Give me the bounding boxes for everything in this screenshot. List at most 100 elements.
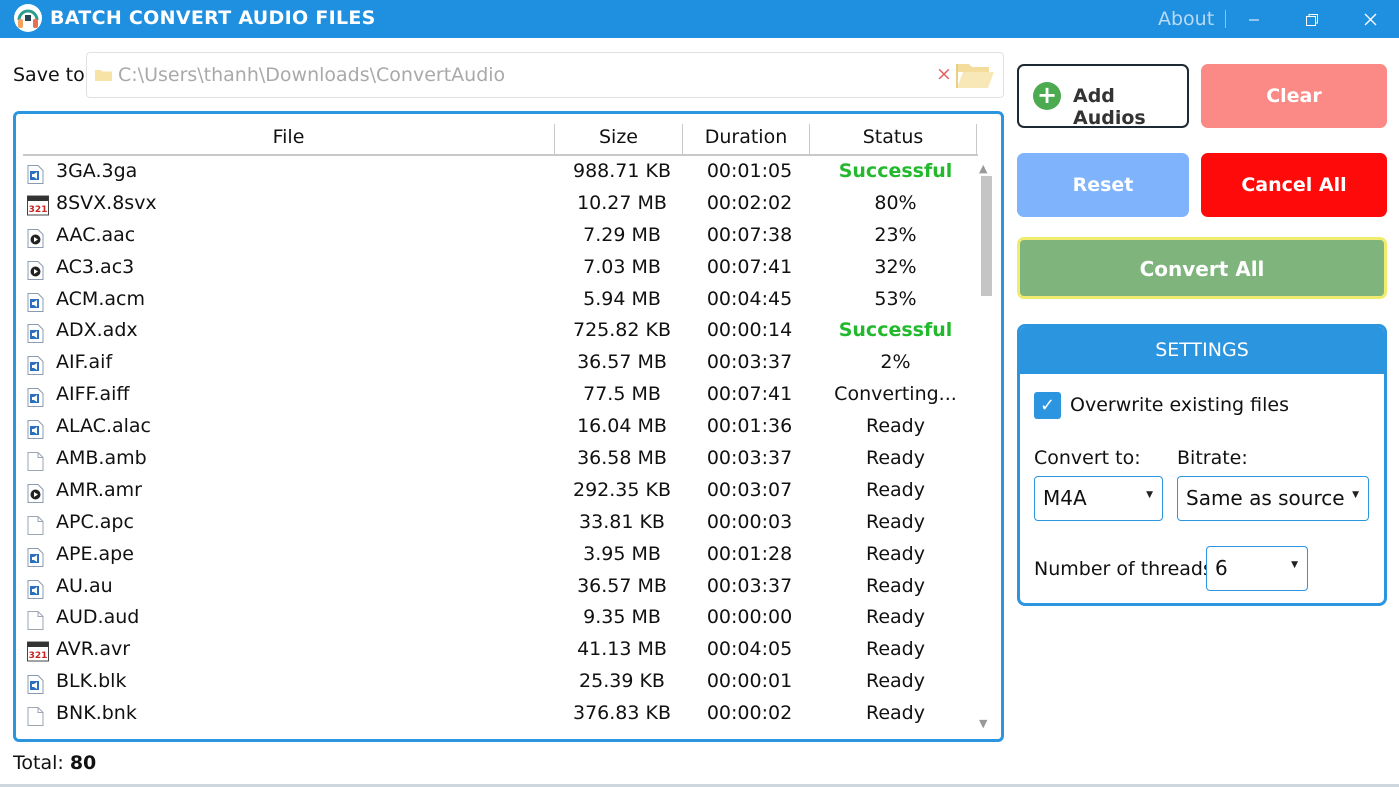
audio-file-icon (27, 291, 44, 312)
svg-text:321: 321 (29, 205, 48, 215)
bitrate-select[interactable]: Same as source ▼ (1177, 476, 1369, 521)
table-row[interactable]: BNK.bnk 376.83 KB 00:00:02 Ready (23, 698, 978, 728)
chevron-down-icon: ▼ (1146, 490, 1153, 500)
close-button[interactable] (1341, 0, 1399, 38)
file-size: 36.57 MB (577, 574, 667, 597)
file-status: Ready (866, 542, 925, 565)
table-row[interactable]: AU.au 36.57 MB 00:03:37 Ready (23, 571, 978, 603)
file-name: BNK.bnk (56, 702, 137, 725)
about-link[interactable]: About (1158, 8, 1214, 30)
file-name: AMR.amr (56, 478, 142, 501)
folder-icon (95, 70, 112, 81)
overwrite-checkbox[interactable]: ✓ (1034, 392, 1061, 419)
file-size: 988.71 KB (572, 160, 671, 182)
file-duration: 00:00:00 (706, 606, 793, 629)
reset-button[interactable]: Reset (1017, 153, 1189, 217)
file-duration: 00:07:41 (706, 255, 793, 278)
file-name: ACM.acm (56, 287, 145, 310)
file-size: 77.5 MB (583, 383, 661, 406)
column-header-file[interactable]: File (23, 120, 554, 154)
file-status: Converting... (834, 383, 957, 406)
scroll-down-arrow-icon[interactable]: ▼ (979, 717, 987, 730)
threads-value: 6 (1215, 556, 1228, 580)
file-status: Successful (838, 160, 953, 182)
column-header-duration[interactable]: Duration (683, 120, 809, 154)
file-size: 9.35 MB (583, 606, 661, 629)
audio-file-icon (27, 673, 44, 695)
total-label: Total: (13, 752, 64, 774)
save-path-value: C:\Users\thanh\Downloads\ConvertAudio (118, 64, 506, 86)
bitrate-label: Bitrate: (1177, 447, 1248, 469)
file-status: Ready (866, 638, 925, 661)
file-name: AC3.ac3 (56, 255, 135, 278)
file-duration: 00:04:45 (706, 287, 793, 310)
file-duration: 00:01:28 (706, 542, 793, 565)
blank-file-icon (27, 705, 44, 727)
mpc-file-icon: 321 (27, 641, 49, 662)
file-status: Ready (866, 670, 925, 693)
settings-title: SETTINGS (1020, 327, 1384, 374)
table-row[interactable]: ADX.adx 725.82 KB 00:00:14 Successful (23, 315, 978, 347)
file-size: 7.29 MB (583, 223, 661, 246)
file-duration: 00:00:02 (706, 702, 793, 725)
audio-file-icon (27, 322, 44, 344)
file-duration: 00:04:05 (706, 638, 793, 661)
overwrite-label[interactable]: Overwrite existing files (1070, 394, 1289, 416)
table-row[interactable]: APE.ape 3.95 MB 00:01:28 Ready (23, 539, 978, 571)
file-duration: 00:03:37 (706, 351, 793, 374)
browse-folder-icon[interactable] (955, 60, 995, 90)
threads-select[interactable]: 6 ▼ (1206, 546, 1308, 591)
file-name: 8SVX.8svx (56, 191, 157, 214)
file-name: AUD.aud (56, 606, 140, 629)
file-status: 32% (874, 255, 917, 278)
table-row[interactable]: 321 AVR.avr 41.13 MB 00:04:05 Ready (23, 634, 978, 666)
vertical-scrollbar[interactable]: ▲ ▼ (977, 156, 995, 736)
media-file-icon (27, 227, 44, 248)
table-row[interactable]: AC3.ac3 7.03 MB 00:07:41 32% (23, 252, 978, 284)
clear-path-icon[interactable]: × (936, 63, 952, 85)
media-file-icon (27, 259, 44, 280)
restore-button[interactable] (1283, 0, 1341, 38)
file-size: 7.03 MB (583, 255, 661, 278)
table-row[interactable]: AAC.aac 7.29 MB 00:07:38 23% (23, 220, 978, 252)
convert-to-select[interactable]: M4A ▼ (1034, 476, 1163, 521)
close-icon (1364, 13, 1376, 26)
table-row[interactable]: AUD.aud 9.35 MB 00:00:00 Ready (23, 602, 978, 634)
table-row[interactable]: AIF.aif 36.57 MB 00:03:37 2% (23, 347, 978, 379)
headphones-icon (14, 4, 42, 32)
convert-all-button[interactable]: Convert All (1017, 237, 1387, 299)
save-path-field[interactable]: C:\Users\thanh\Downloads\ConvertAudio × (86, 52, 1004, 98)
table-row[interactable]: BLK.blk 25.39 KB 00:00:01 Ready (23, 666, 978, 698)
table-row[interactable]: APC.apc 33.81 KB 00:00:03 Ready (23, 507, 978, 539)
scroll-thumb[interactable] (981, 176, 992, 296)
cancel-all-button[interactable]: Cancel All (1201, 153, 1387, 217)
file-name: AVR.avr (56, 638, 131, 661)
file-status: 53% (874, 287, 917, 310)
file-duration: 00:07:38 (706, 223, 793, 246)
column-divider[interactable] (976, 124, 977, 154)
window-title: BATCH CONVERT AUDIO FILES (50, 7, 376, 29)
chevron-down-icon: ▼ (1352, 490, 1359, 500)
column-header-size[interactable]: Size (555, 120, 682, 154)
table-row[interactable]: AMB.amb 36.58 MB 00:03:37 Ready (23, 443, 978, 475)
scroll-up-arrow-icon[interactable]: ▲ (979, 162, 987, 175)
file-name: AU.au (56, 574, 113, 597)
table-row[interactable]: 321 8SVX.8svx 10.27 MB 00:02:02 80% (23, 188, 978, 220)
add-audios-button[interactable]: + Add Audios (1017, 64, 1189, 129)
audio-file-icon (27, 418, 44, 440)
table-row[interactable]: ALAC.alac 16.04 MB 00:01:36 Ready (23, 411, 978, 443)
minimize-button[interactable] (1225, 0, 1283, 38)
column-header-status[interactable]: Status (810, 120, 976, 154)
table-row[interactable]: AMR.amr 292.35 KB 00:03:07 Ready (23, 475, 978, 507)
table-row[interactable]: AIFF.aiff 77.5 MB 00:07:41 Converting... (23, 379, 978, 411)
audio-file-icon (27, 163, 44, 184)
table-row[interactable]: ACM.acm 5.94 MB 00:04:45 53% (23, 284, 978, 316)
convert-to-value: M4A (1043, 486, 1087, 510)
table-row[interactable]: 3GA.3ga 988.71 KB 00:01:05 Successful (23, 156, 978, 188)
file-list[interactable]: File Size Duration Status 3GA.3ga 988.71 … (13, 111, 1004, 742)
audio-file-icon (27, 354, 44, 376)
file-size: 5.94 MB (583, 287, 661, 310)
file-name: ALAC.alac (56, 415, 151, 438)
file-size: 292.35 KB (572, 478, 671, 501)
clear-button[interactable]: Clear (1201, 64, 1387, 128)
